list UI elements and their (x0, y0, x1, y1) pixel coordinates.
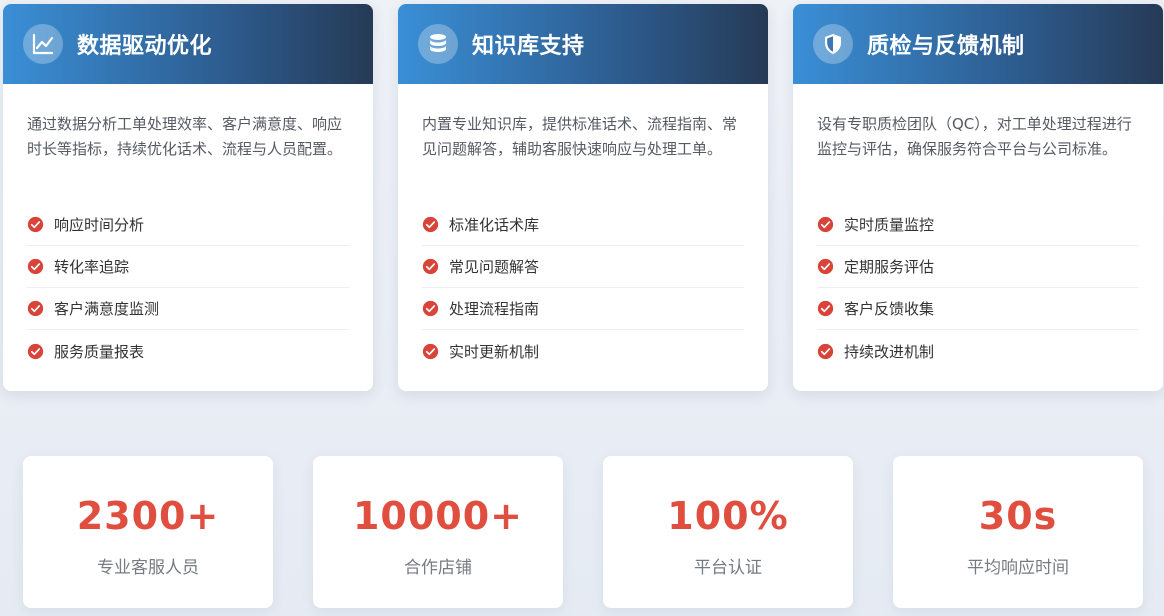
feature-item: 标准化话术库 (422, 204, 744, 246)
feature-item: 持续改进机制 (817, 330, 1139, 372)
feature-item: 实时更新机制 (422, 330, 744, 372)
feature-item: 客户反馈收集 (817, 288, 1139, 330)
check-circle-icon (817, 343, 834, 359)
stat-label: 平均响应时间 (967, 558, 1069, 578)
stats-row: 2300+ 专业客服人员 10000+ 合作店铺 100% 平台认证 30s 平… (23, 456, 1143, 608)
card-knowledge-base: 知识库支持 内置专业知识库，提供标准话术、流程指南、常见问题解答，辅助客服快速响… (398, 4, 768, 391)
card-description: 内置专业知识库，提供标准话术、流程指南、常见问题解答，辅助客服快速响应与处理工单… (422, 115, 738, 158)
feature-label: 常见问题解答 (449, 258, 540, 276)
feature-list: 实时质量监控 定期服务评估 客户反馈收集 持续改进机制 (817, 204, 1139, 372)
feature-label: 标准化话术库 (449, 216, 540, 234)
feature-item: 实时质量监控 (817, 204, 1139, 246)
check-circle-icon (27, 343, 44, 359)
card-header: 知识库支持 (398, 4, 768, 84)
card-header: 质检与反馈机制 (793, 4, 1163, 84)
check-circle-icon (27, 216, 44, 233)
feature-label: 客户反馈收集 (844, 300, 935, 318)
feature-item: 响应时间分析 (27, 204, 349, 246)
card-title: 数据驱动优化 (77, 34, 213, 59)
feature-list: 标准化话术库 常见问题解答 处理流程指南 实时更新机制 (422, 204, 744, 372)
card-quality-feedback: 质检与反馈机制 设有专职质检团队（QC），对工单处理过程进行监控与评估，确保服务… (793, 4, 1163, 391)
card-header: 数据驱动优化 (3, 4, 373, 84)
stat-card: 10000+ 合作店铺 (313, 456, 563, 608)
database-icon (418, 24, 458, 64)
feature-label: 响应时间分析 (54, 216, 145, 234)
check-circle-icon (817, 216, 834, 233)
feature-item: 客户满意度监测 (27, 288, 349, 330)
check-circle-icon (422, 258, 439, 275)
card-title: 质检与反馈机制 (867, 34, 1025, 59)
card-description: 通过数据分析工单处理效率、客户满意度、响应时长等指标，持续优化话术、流程与人员配… (27, 115, 343, 158)
card-description: 设有专职质检团队（QC），对工单处理过程进行监控与评估，确保服务符合平台与公司标… (817, 115, 1132, 158)
feature-item: 服务质量报表 (27, 330, 349, 372)
stat-card: 30s 平均响应时间 (893, 456, 1143, 608)
feature-label: 服务质量报表 (54, 342, 145, 361)
shield-check-icon (813, 24, 853, 64)
stat-value: 100% (667, 494, 789, 538)
feature-label: 实时质量监控 (844, 216, 935, 234)
stat-value: 30s (978, 494, 1058, 538)
feature-label: 处理流程指南 (449, 300, 540, 318)
check-circle-icon (422, 216, 439, 233)
stat-value: 2300+ (76, 494, 220, 538)
feature-item: 转化率追踪 (27, 246, 349, 288)
feature-label: 客户满意度监测 (54, 300, 160, 318)
feature-label: 持续改进机制 (844, 342, 935, 361)
card-data-driven: 数据驱动优化 通过数据分析工单处理效率、客户满意度、响应时长等指标，持续优化话术… (3, 4, 373, 391)
check-circle-icon (27, 300, 44, 317)
stat-label: 合作店铺 (404, 558, 472, 578)
feature-label: 定期服务评估 (844, 258, 935, 276)
stat-label: 平台认证 (694, 558, 762, 578)
stat-card: 100% 平台认证 (603, 456, 853, 608)
feature-item: 常见问题解答 (422, 246, 744, 288)
feature-label: 转化率追踪 (54, 258, 130, 276)
stat-label: 专业客服人员 (97, 558, 199, 578)
card-title: 知识库支持 (472, 34, 585, 59)
feature-list: 响应时间分析 转化率追踪 客户满意度监测 服务质量报表 (27, 204, 349, 372)
feature-item: 定期服务评估 (817, 246, 1139, 288)
chart-line-icon (23, 24, 63, 64)
check-circle-icon (817, 258, 834, 275)
stat-card: 2300+ 专业客服人员 (23, 456, 273, 608)
feature-cards: 数据驱动优化 通过数据分析工单处理效率、客户满意度、响应时长等指标，持续优化话术… (3, 4, 1163, 391)
check-circle-icon (422, 343, 439, 359)
feature-label: 实时更新机制 (449, 342, 540, 361)
check-circle-icon (817, 300, 834, 317)
feature-item: 处理流程指南 (422, 288, 744, 330)
stat-value: 10000+ (352, 494, 524, 538)
check-circle-icon (422, 300, 439, 317)
check-circle-icon (27, 258, 44, 275)
